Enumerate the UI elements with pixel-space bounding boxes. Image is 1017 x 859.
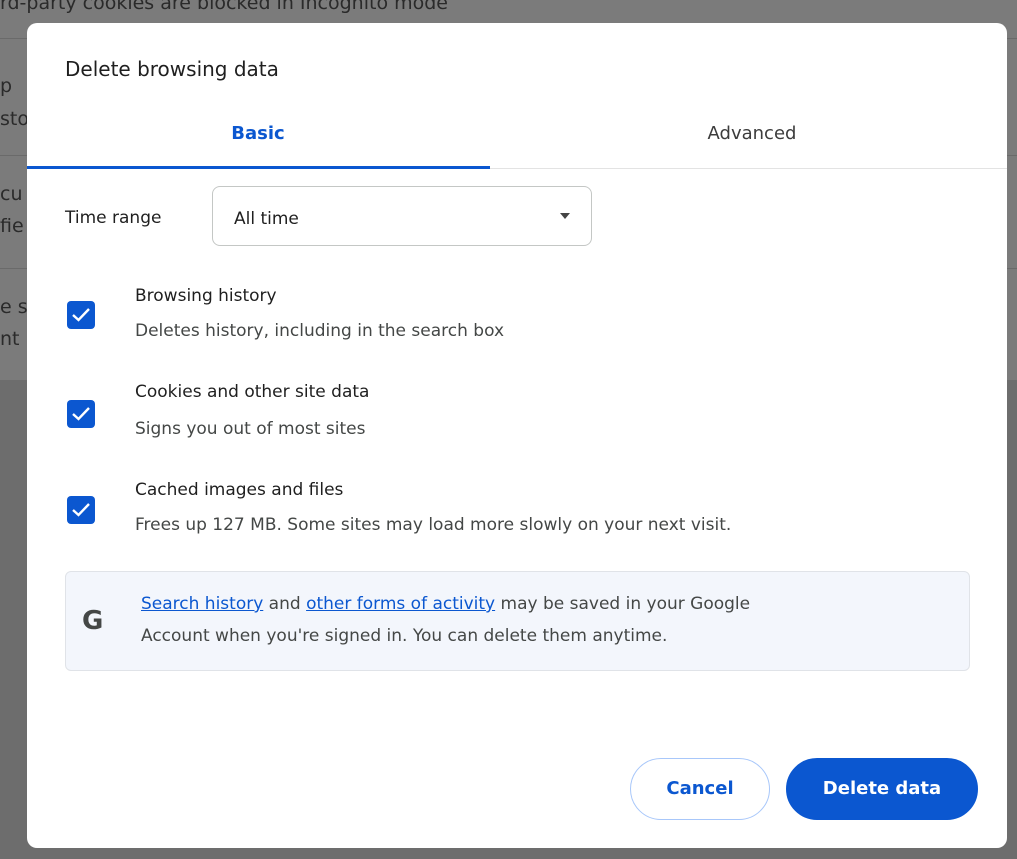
time-range-select[interactable]: All time bbox=[212, 186, 592, 246]
cookies-checkbox[interactable] bbox=[67, 400, 95, 428]
search-history-link[interactable]: Search history bbox=[141, 594, 263, 614]
background-fragment: sto bbox=[0, 108, 29, 130]
time-range-label: Time range bbox=[65, 208, 162, 228]
info-text: and bbox=[263, 594, 307, 614]
delete-data-button[interactable]: Delete data bbox=[786, 758, 978, 820]
cancel-button[interactable]: Cancel bbox=[630, 758, 770, 820]
browsing-history-checkbox[interactable] bbox=[67, 301, 95, 329]
option-description: Signs you out of most sites bbox=[135, 419, 366, 439]
info-text: may be saved in your Google bbox=[495, 594, 751, 614]
background-fragment: cu bbox=[0, 183, 23, 205]
tab-advanced[interactable]: Advanced bbox=[517, 108, 987, 168]
checkmark-icon bbox=[72, 503, 90, 517]
delete-browsing-data-dialog: Delete browsing data Basic Advanced Time… bbox=[27, 23, 1007, 848]
checkmark-icon bbox=[72, 308, 90, 322]
checkmark-icon bbox=[72, 407, 90, 421]
option-title: Cookies and other site data bbox=[135, 382, 370, 402]
background-fragment: nt bbox=[0, 328, 20, 350]
google-activity-info-box: G Search history and other forms of acti… bbox=[65, 571, 970, 671]
background-fragment: fie bbox=[0, 215, 24, 237]
background-top-text: rd-party cookies are blocked in Incognit… bbox=[0, 0, 448, 14]
background-fragment: e s bbox=[0, 296, 28, 318]
time-range-value: All time bbox=[234, 209, 299, 229]
tab-basic[interactable]: Basic bbox=[27, 108, 489, 168]
google-g-icon: G bbox=[82, 606, 104, 636]
option-title: Cached images and files bbox=[135, 480, 344, 500]
info-text-line-1: Search history and other forms of activi… bbox=[141, 594, 750, 614]
option-title: Browsing history bbox=[135, 286, 277, 306]
cached-images-checkbox[interactable] bbox=[67, 496, 95, 524]
dropdown-arrow-icon bbox=[560, 213, 570, 219]
dialog-title: Delete browsing data bbox=[65, 57, 279, 81]
background-fragment: p bbox=[0, 75, 13, 97]
option-description: Deletes history, including in the search… bbox=[135, 321, 505, 341]
tab-selected-indicator bbox=[27, 166, 490, 169]
option-description: Frees up 127 MB. Some sites may load mor… bbox=[135, 515, 732, 535]
other-activity-link[interactable]: other forms of activity bbox=[306, 594, 495, 614]
tab-bar: Basic Advanced bbox=[27, 108, 1007, 169]
info-text-line-2: Account when you're signed in. You can d… bbox=[141, 626, 668, 646]
